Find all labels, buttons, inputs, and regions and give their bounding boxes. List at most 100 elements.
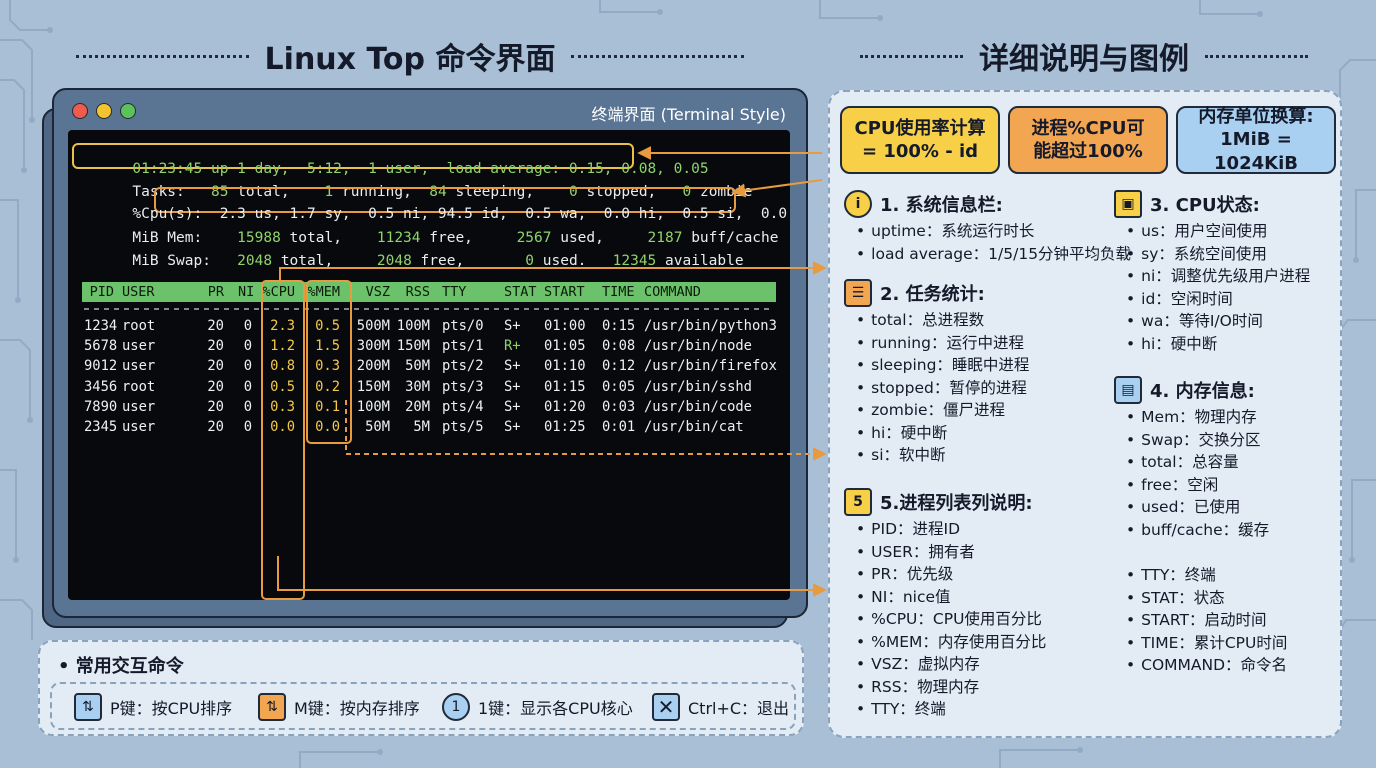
shortcut-panel: • 常用交互命令 ⇅ P键：按CPU排序 ⇅ M键：按内存排序 1 1键：显示各…	[38, 640, 804, 736]
column-header[interactable]: TTY	[442, 282, 492, 302]
table-cell: 100M	[356, 398, 390, 415]
minimize-dot-icon[interactable]	[96, 103, 112, 119]
shortcut-sort-cpu[interactable]: ⇅ P键：按CPU排序	[74, 693, 232, 721]
swap-total-label: total,	[280, 253, 334, 269]
table-cell: 0	[243, 378, 252, 395]
swap-line: MiB Swap: 2048 total, 2048 free, 0 used.…	[80, 237, 744, 285]
table-cell: 30M	[405, 378, 430, 395]
shortcut-list: ⇅ P键：按CPU排序 ⇅ M键：按内存排序 1 1键：显示各CPU核心 ✕ C…	[50, 682, 796, 730]
list-item: START：启动时间	[1126, 609, 1287, 632]
maximize-dot-icon[interactable]	[120, 103, 136, 119]
terminal-heading: Linux Top 命令界面	[60, 34, 760, 78]
column-header[interactable]: NI	[238, 282, 254, 302]
list-item: uptime：系统运行时长	[856, 220, 1131, 243]
legend-heading-text: 详细说明与图例	[979, 42, 1189, 77]
table-cell: 20	[207, 398, 224, 415]
number-five-icon: 5	[844, 488, 872, 516]
section-title: 2. 任务统计:	[880, 284, 985, 305]
shortcut-quit[interactable]: ✕ Ctrl+C：退出	[652, 693, 789, 721]
table-cell: 1234	[84, 318, 118, 334]
table-cell: /usr/bin/code	[644, 398, 752, 415]
column-header[interactable]: USER	[122, 282, 192, 302]
table-cell: 01:00	[544, 318, 586, 334]
sort-arrows-icon: ⇅	[74, 693, 102, 721]
swap-used-label: used.	[542, 253, 587, 269]
terminal-window: 终端界面 (Terminal Style) 01:23:45 up 1 day,…	[52, 88, 808, 618]
table-cell: 0:12	[602, 358, 636, 375]
list-item: load average：1/5/15分钟平均负载	[856, 243, 1131, 266]
column-header[interactable]: COMMAND	[644, 282, 784, 302]
list-item: VSZ：虚拟内存	[856, 653, 1046, 676]
process-header-bar[interactable]: PID USER PR NI %CPU %MEM VSZ RSS TTY STAT START TIM…	[82, 282, 776, 302]
column-header[interactable]: RSS	[394, 282, 430, 302]
table-cell: S+	[504, 419, 521, 435]
table-cell: 0:05	[602, 378, 636, 395]
table-cell: 500M	[356, 318, 390, 334]
table-cell: 9012	[84, 358, 118, 375]
cpu-formula-card: CPU使用率计算 = 100% - id	[840, 106, 1000, 174]
table-cell: 01:05	[544, 338, 586, 355]
header-dashes	[84, 308, 770, 310]
sort-arrows-icon: ⇅	[258, 693, 286, 721]
shortcut-sort-mem[interactable]: ⇅ M键：按内存排序	[258, 693, 420, 721]
list-item: buff/cache：缓存	[1126, 519, 1269, 542]
table-cell: 20	[207, 338, 224, 355]
shortcut-show-cores[interactable]: 1 1键：显示各CPU核心	[442, 693, 633, 721]
list-item: TTY：终端	[1126, 564, 1287, 587]
section-title: 3. CPU状态:	[1150, 195, 1260, 216]
swap-total: 2048	[237, 253, 273, 269]
list-item: us：用户空间使用	[1126, 220, 1310, 243]
swap-avail-label: available	[665, 253, 744, 269]
table-cell: pts/1	[442, 338, 484, 355]
list-item: hi：硬中断	[1126, 333, 1310, 356]
column-header[interactable]: VSZ	[354, 282, 390, 302]
shortcut-label: 1键：显示各CPU核心	[478, 699, 633, 718]
list-item: id：空闲时间	[1126, 288, 1310, 311]
table-cell: 0:03	[602, 398, 636, 415]
table-cell: 5M	[413, 419, 430, 435]
section-title: 1. 系统信息栏:	[880, 195, 1003, 216]
table-cell: 50M	[365, 419, 390, 435]
column-header[interactable]: STAT	[504, 282, 537, 302]
table-cell: /usr/bin/sshd	[644, 378, 752, 395]
table-row[interactable]: 2345 user 20 0 0.0 0.0 50M 5M pts/5 S+ 01:25 0:01/u…	[82, 419, 782, 439]
table-row[interactable]: 3456 root 20 0 0.5 0.2 150M 30M pts/3 S+ 01:15 0:05…	[82, 379, 782, 399]
table-cell: pts/4	[442, 398, 484, 415]
table-cell: 200M	[356, 358, 390, 375]
list-item: total：总容量	[1126, 451, 1269, 474]
cpu-over-100-card: 进程%CPU可 能超过100%	[1008, 106, 1168, 174]
list-item: total：总进程数	[856, 309, 1029, 332]
column-header[interactable]: TIME	[602, 282, 635, 302]
terminal-screen[interactable]: 01:23:45 up 1 day, 5:12, 1 user, load av…	[68, 130, 790, 600]
table-cell: root	[122, 318, 156, 334]
table-cell: pts/3	[442, 378, 484, 395]
table-cell: user	[122, 338, 156, 355]
cpu-column-highlight	[261, 280, 305, 600]
table-cell: R+	[504, 338, 521, 355]
table-cell: 0	[243, 338, 252, 355]
list-item: NI：nice值	[856, 586, 1046, 609]
list-item: sy：系统空间使用	[1126, 243, 1310, 266]
close-dot-icon[interactable]	[72, 103, 88, 119]
table-row[interactable]: 9012 user 20 0 0.8 0.3 200M 50M pts/2 S+ 01:10 0:12…	[82, 358, 782, 378]
table-cell: 01:10	[544, 358, 586, 375]
section-title: 5.进程列表列说明:	[880, 493, 1033, 514]
table-cell: user	[122, 419, 156, 435]
table-cell: 300M	[356, 338, 390, 355]
section-process-columns-continued: TTY：终端 STAT：状态 START：启动时间 TIME：累计CPU时间 C…	[1114, 562, 1287, 677]
table-cell: S+	[504, 378, 521, 395]
list-item: Swap：交换分区	[1126, 429, 1269, 452]
swap-free: 2048	[376, 253, 412, 269]
shortcut-label: P键：按CPU排序	[110, 699, 233, 718]
table-row[interactable]: 5678 user 20 0 1.2 1.5 300M 150M pts/1 R+ 01:05 0:0…	[82, 338, 782, 358]
column-header[interactable]: PR	[202, 282, 224, 302]
table-cell: 20	[207, 318, 224, 334]
mem-unit-card: 内存单位换算: 1MiB = 1024KiB	[1176, 106, 1336, 174]
table-row[interactable]: 1234 root 20 0 2.3 0.5 500M 100M pts/0 S+ 01:00 0:1…	[82, 318, 782, 338]
column-header[interactable]: START	[544, 282, 590, 302]
list-item: TTY：终端	[856, 698, 1046, 721]
table-row[interactable]: 7890 user 20 0 0.3 0.1 100M 20M pts/4 S+ 01:20 0:03…	[82, 399, 782, 419]
table-cell: user	[122, 398, 156, 415]
column-header[interactable]: PID	[84, 282, 114, 302]
table-cell: user	[122, 358, 156, 375]
